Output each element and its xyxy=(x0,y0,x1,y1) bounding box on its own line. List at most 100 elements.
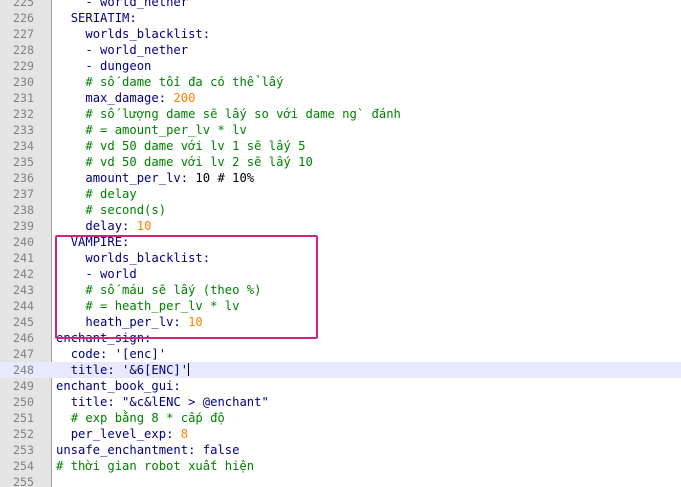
code-token: # = amount_per_lv * lv xyxy=(85,123,247,137)
code-token: 10 # 10% xyxy=(188,171,255,185)
line-number: 242 xyxy=(13,267,34,281)
code-token: # vd 50 dame với lv 1 sẽ lấy 5 xyxy=(85,139,306,153)
code-token: worlds_blacklist: xyxy=(85,251,211,265)
code-token: - world_nether xyxy=(85,0,189,9)
line-number: 237 xyxy=(13,187,34,201)
code-line[interactable]: 246 enchant_sign: xyxy=(0,330,681,346)
code-line[interactable]: 237 # delay xyxy=(0,186,681,202)
line-code: SERIATIM: xyxy=(56,10,137,26)
line-number: 226 xyxy=(13,11,34,25)
line-code: enchant_sign: xyxy=(56,330,151,346)
line-code: # vd 50 dame với lv 2 sẽ lấy 10 xyxy=(56,154,313,170)
code-token: max_damage: xyxy=(85,91,167,105)
line-number: 253 xyxy=(13,443,34,457)
line-code: max_damage: 200 xyxy=(56,90,195,106)
code-token: delay: xyxy=(85,219,130,233)
line-number: 247 xyxy=(13,347,34,361)
line-number: 228 xyxy=(13,43,34,57)
line-number: 233 xyxy=(13,123,34,137)
line-code: # thời gian robot xuất hiện xyxy=(56,458,254,474)
code-token: - world xyxy=(85,267,137,281)
line-number: 236 xyxy=(13,171,34,185)
code-line[interactable]: 243 # số máu sẽ lấy (theo %) xyxy=(0,282,681,298)
code-token: title: xyxy=(70,395,115,409)
code-line[interactable]: 250 title: "&c&lENC > @enchant" xyxy=(0,394,681,410)
code-line[interactable]: 228 - world_nether xyxy=(0,42,681,58)
code-token: title: xyxy=(70,363,115,377)
code-token: - world_nether xyxy=(85,43,189,57)
line-number: 246 xyxy=(13,331,34,345)
line-number: 243 xyxy=(13,283,34,297)
code-line[interactable]: 238 # second(s) xyxy=(0,202,681,218)
code-line[interactable]: 229 - dungeon xyxy=(0,58,681,74)
line-code: delay: 10 xyxy=(56,218,151,234)
code-line[interactable]: 233 # = amount_per_lv * lv xyxy=(0,122,681,138)
line-code: title: "&c&lENC > @enchant" xyxy=(56,394,269,410)
line-code: worlds_blacklist: xyxy=(56,250,210,266)
code-line[interactable]: 226 SERIATIM: xyxy=(0,10,681,26)
line-code: # delay xyxy=(56,186,137,202)
line-number: 241 xyxy=(13,251,34,265)
code-line[interactable]: 244 # = heath_per_lv * lv xyxy=(0,298,681,314)
line-code: # = heath_per_lv * lv xyxy=(56,298,239,314)
line-number: 230 xyxy=(13,75,34,89)
code-token: # = heath_per_lv * lv xyxy=(85,299,240,313)
line-number: 234 xyxy=(13,139,34,153)
code-line[interactable]: 241 worlds_blacklist: xyxy=(0,250,681,266)
code-line[interactable]: 247 code: '[enc]' xyxy=(0,346,681,362)
code-line[interactable]: 225 - world_nether xyxy=(0,0,681,10)
line-number: 232 xyxy=(13,107,34,121)
line-code: - dungeon xyxy=(56,58,151,74)
line-number: 251 xyxy=(13,411,34,425)
code-line[interactable]: 254 # thời gian robot xuất hiện xyxy=(0,458,681,474)
code-line[interactable]: 245 heath_per_lv: 10 xyxy=(0,314,681,330)
code-line[interactable]: 236 amount_per_lv: 10 # 10% xyxy=(0,170,681,186)
code-line[interactable]: 248 title: '&6[ENC]' xyxy=(0,362,681,378)
line-code: per_level_exp: 8 xyxy=(56,426,188,442)
code-token: VAMPIRE: xyxy=(70,235,130,249)
code-line[interactable]: 242 - world xyxy=(0,266,681,282)
code-line[interactable]: 252 per_level_exp: 8 xyxy=(0,426,681,442)
code-token: # delay xyxy=(85,187,137,201)
text-caret xyxy=(188,363,190,376)
code-line[interactable]: 231 max_damage: 200 xyxy=(0,90,681,106)
code-line[interactable]: 234 # vd 50 dame với lv 1 sẽ lấy 5 xyxy=(0,138,681,154)
line-code: # = amount_per_lv * lv xyxy=(56,122,247,138)
code-line[interactable]: 249 enchant_book_gui: xyxy=(0,378,681,394)
code-line[interactable]: 232 # số lượng dame sẽ lấy so với dame n… xyxy=(0,106,681,122)
code-token: # số dame tối đa có thể lấy xyxy=(85,75,284,89)
code-editor[interactable]: 225 - world_nether 226 SERIATIM: 227 world… xyxy=(0,0,681,487)
code-line[interactable]: 253 unsafe_enchantment: false xyxy=(0,442,681,458)
line-code: heath_per_lv: 10 xyxy=(56,314,203,330)
code-line[interactable]: 227 worlds_blacklist: xyxy=(0,26,681,42)
line-number: 229 xyxy=(13,59,34,73)
line-code: enchant_book_gui: xyxy=(56,378,181,394)
code-token: SERIATIM: xyxy=(70,11,137,25)
line-number: 231 xyxy=(13,91,34,105)
line-number: 235 xyxy=(13,155,34,169)
line-code: # số dame tối đa có thể lấy xyxy=(56,74,283,90)
line-number: 250 xyxy=(13,395,34,409)
code-token: enchant_book_gui: xyxy=(56,379,181,393)
line-code: - world xyxy=(56,266,137,282)
line-number: 227 xyxy=(13,27,34,41)
code-token: '&6[ENC]' xyxy=(114,363,189,377)
line-code: - world_nether xyxy=(56,0,188,10)
code-token: # vd 50 dame với lv 2 sẽ lấy 10 xyxy=(85,155,313,169)
code-token: 10 xyxy=(180,315,203,329)
code-token: - dungeon xyxy=(85,59,152,73)
code-line[interactable]: 235 # vd 50 dame với lv 2 sẽ lấy 10 xyxy=(0,154,681,170)
line-number: 248 xyxy=(13,363,34,377)
code-line[interactable]: 251 # exp bằng 8 * cấp độ xyxy=(0,410,681,426)
code-token: '[enc]' xyxy=(107,347,167,361)
code-line[interactable]: 255 xyxy=(0,474,681,487)
line-number: 238 xyxy=(13,203,34,217)
code-line[interactable]: 240 VAMPIRE: xyxy=(0,234,681,250)
line-number: 255 xyxy=(13,475,34,487)
line-code: unsafe_enchantment: false xyxy=(56,442,239,458)
line-code: code: '[enc]' xyxy=(56,346,166,362)
code-token: # second(s) xyxy=(85,203,167,217)
code-line[interactable]: 230 # số dame tối đa có thể lấy xyxy=(0,74,681,90)
code-line[interactable]: 239 delay: 10 xyxy=(0,218,681,234)
line-number: 240 xyxy=(13,235,34,249)
